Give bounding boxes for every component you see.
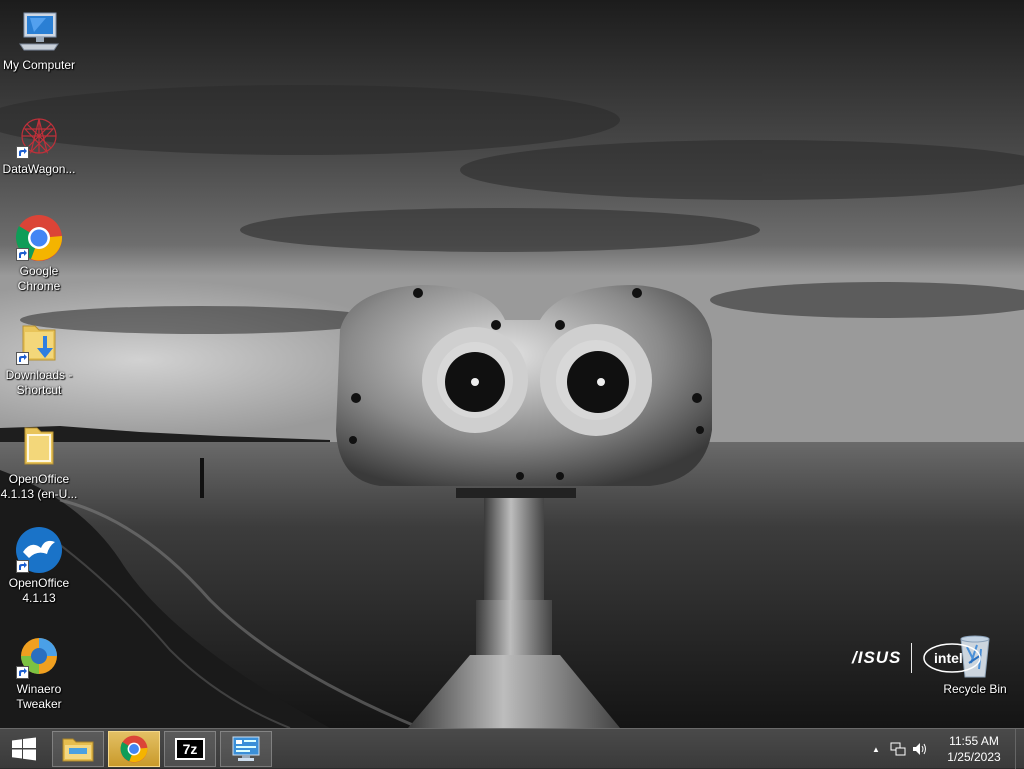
chevron-up-icon: ▲ xyxy=(872,744,880,754)
folder-icon xyxy=(15,422,63,470)
shortcut-arrow-icon xyxy=(16,352,29,365)
control-panel-icon xyxy=(232,736,260,761)
shortcut-arrow-icon xyxy=(16,666,29,679)
clock-time: 11:55 AM xyxy=(949,734,999,748)
taskbar-control-panel-button[interactable] xyxy=(220,730,272,767)
computer-icon xyxy=(15,8,63,56)
desktop-icon-my-computer[interactable]: My Computer xyxy=(0,8,78,73)
taskbar: 7z ▲ 11:55 AM 1/25/2023 xyxy=(0,728,1024,769)
desktop-icon-downloads-shortcut[interactable]: Downloads - Shortcut xyxy=(0,318,78,398)
system-tray: ▲ 11:55 AM 1/25/2023 xyxy=(865,729,1024,769)
openoffice-icon xyxy=(15,526,63,574)
desktop-icon-label: Downloads - Shortcut xyxy=(5,368,73,397)
taskbar-clock[interactable]: 11:55 AM 1/25/2023 xyxy=(937,733,1011,765)
shortcut-arrow-icon xyxy=(16,248,29,261)
start-button[interactable] xyxy=(0,729,48,769)
7zip-icon: 7z xyxy=(175,737,205,760)
datawagon-icon xyxy=(15,112,63,160)
taskbar-file-explorer-button[interactable] xyxy=(52,730,104,767)
desktop-icon-winaero-tweaker[interactable]: Winaero Tweaker xyxy=(0,632,78,712)
downloads-folder-icon xyxy=(15,318,63,366)
desktop-icon-label: DataWagon... xyxy=(2,162,76,176)
file-explorer-icon xyxy=(62,738,94,761)
clock-date: 1/25/2023 xyxy=(947,750,1001,764)
shortcut-arrow-icon xyxy=(16,560,29,573)
desktop-icon-label: Winaero Tweaker xyxy=(16,682,62,711)
desktop-icon-label: OpenOffice 4.1.13 xyxy=(8,576,70,605)
7zip-icon-text: 7z xyxy=(182,740,198,757)
windows-logo-icon xyxy=(12,737,36,760)
chrome-icon xyxy=(15,214,63,262)
chrome-icon xyxy=(120,735,148,762)
taskbar-chrome-button[interactable] xyxy=(108,730,160,767)
desktop-icon-label: Recycle Bin xyxy=(943,682,1007,696)
show-hidden-icons-button[interactable]: ▲ xyxy=(865,738,887,760)
desktop-icon-label: OpenOffice 4.1.13 (en-U... xyxy=(0,472,78,501)
desktop-icon-datawagon[interactable]: DataWagon... xyxy=(0,112,78,177)
asus-logo: /ISUS xyxy=(852,648,902,667)
desktop-icon-label: My Computer xyxy=(2,58,76,72)
desktop-icon-google-chrome[interactable]: Google Chrome xyxy=(0,214,78,294)
intel-logo: intel xyxy=(923,643,982,673)
show-desktop-button[interactable] xyxy=(1015,729,1024,769)
oem-branding: /ISUS intel xyxy=(852,640,982,676)
desktop-icon-openoffice[interactable]: OpenOffice 4.1.13 xyxy=(0,526,78,606)
network-icon[interactable] xyxy=(887,738,909,760)
taskbar-7zip-button[interactable]: 7z xyxy=(164,730,216,767)
intel-logo-text: intel xyxy=(934,650,963,666)
desktop-icon-label: Google Chrome xyxy=(17,264,61,293)
desktop-icon-openoffice-folder[interactable]: OpenOffice 4.1.13 (en-U... xyxy=(0,422,78,502)
desktop-wallpaper xyxy=(0,0,1024,728)
brand-divider xyxy=(911,643,913,673)
volume-icon[interactable] xyxy=(909,738,931,760)
shortcut-arrow-icon xyxy=(16,146,29,159)
winaero-icon xyxy=(15,632,63,680)
